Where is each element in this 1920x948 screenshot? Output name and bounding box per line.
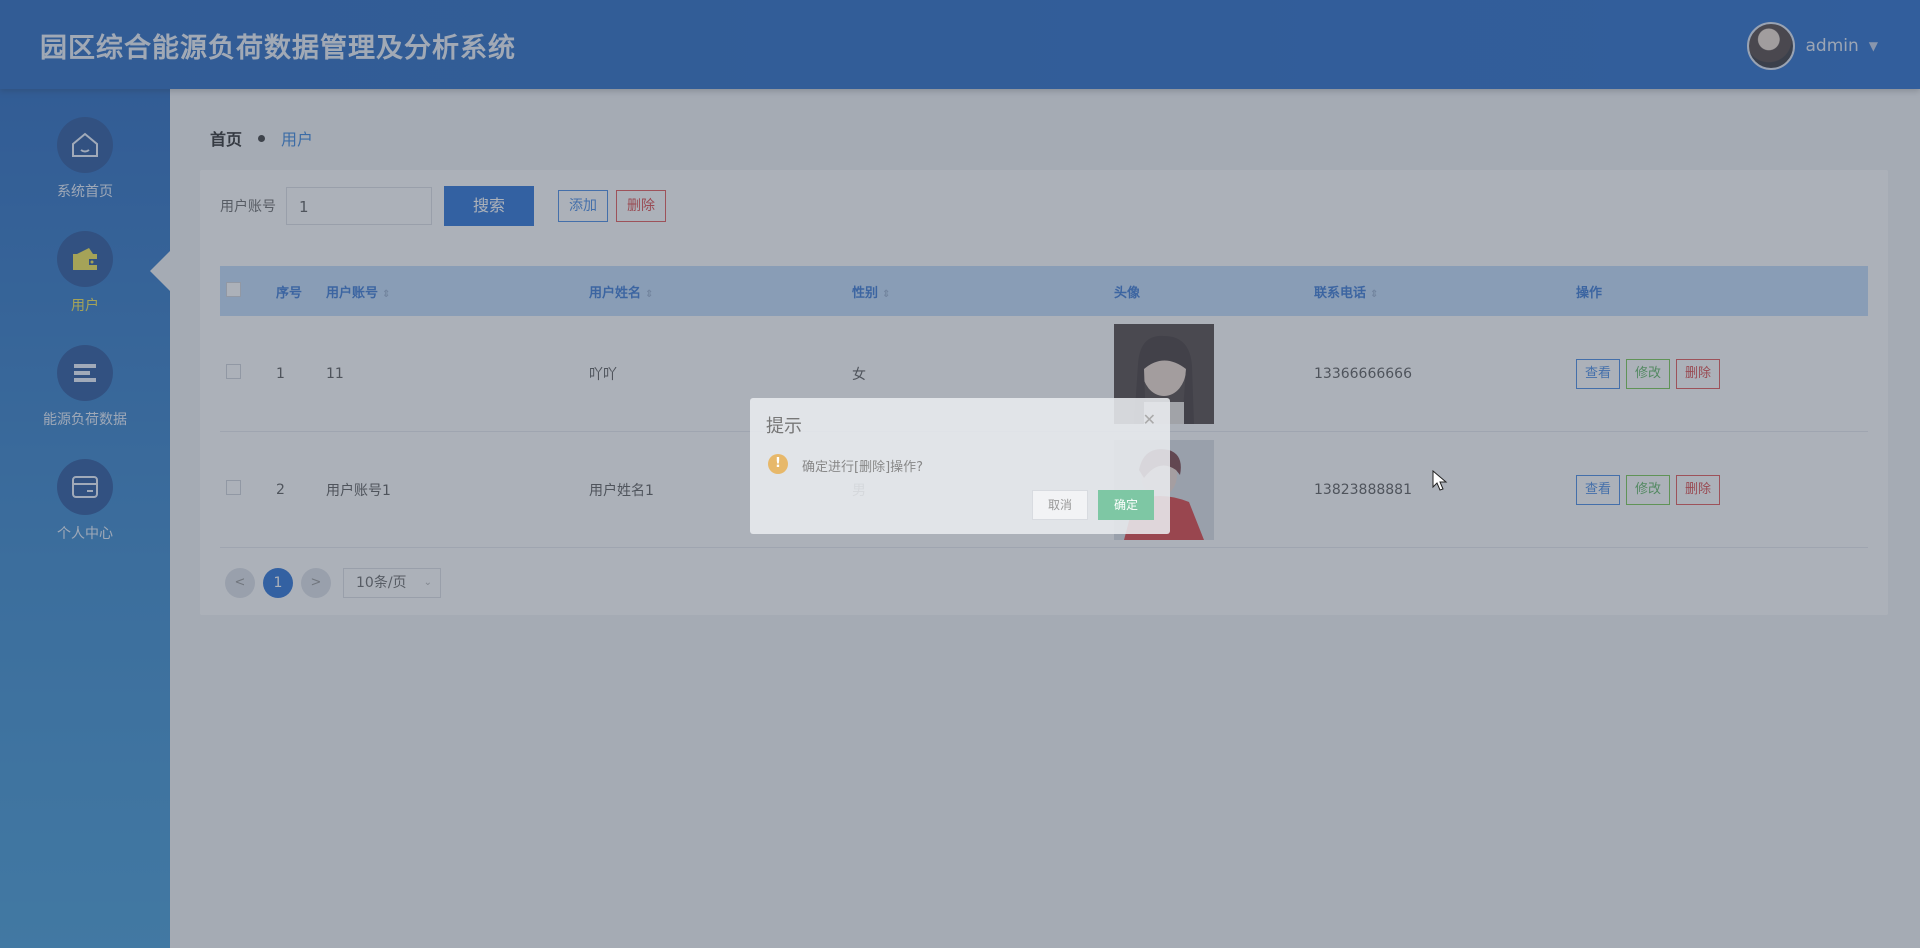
mouse-cursor-icon (1432, 470, 1448, 491)
cancel-button[interactable]: 取消 (1032, 490, 1088, 520)
confirm-dialog: 提示 ✕ ! 确定进行[删除]操作? 取消 确定 (750, 398, 1170, 534)
warning-icon: ! (768, 454, 788, 474)
dialog-title: 提示 (766, 416, 802, 437)
dialog-message: 确定进行[删除]操作? (802, 460, 924, 475)
close-icon[interactable]: ✕ (1143, 410, 1156, 429)
confirm-button[interactable]: 确定 (1098, 490, 1154, 520)
